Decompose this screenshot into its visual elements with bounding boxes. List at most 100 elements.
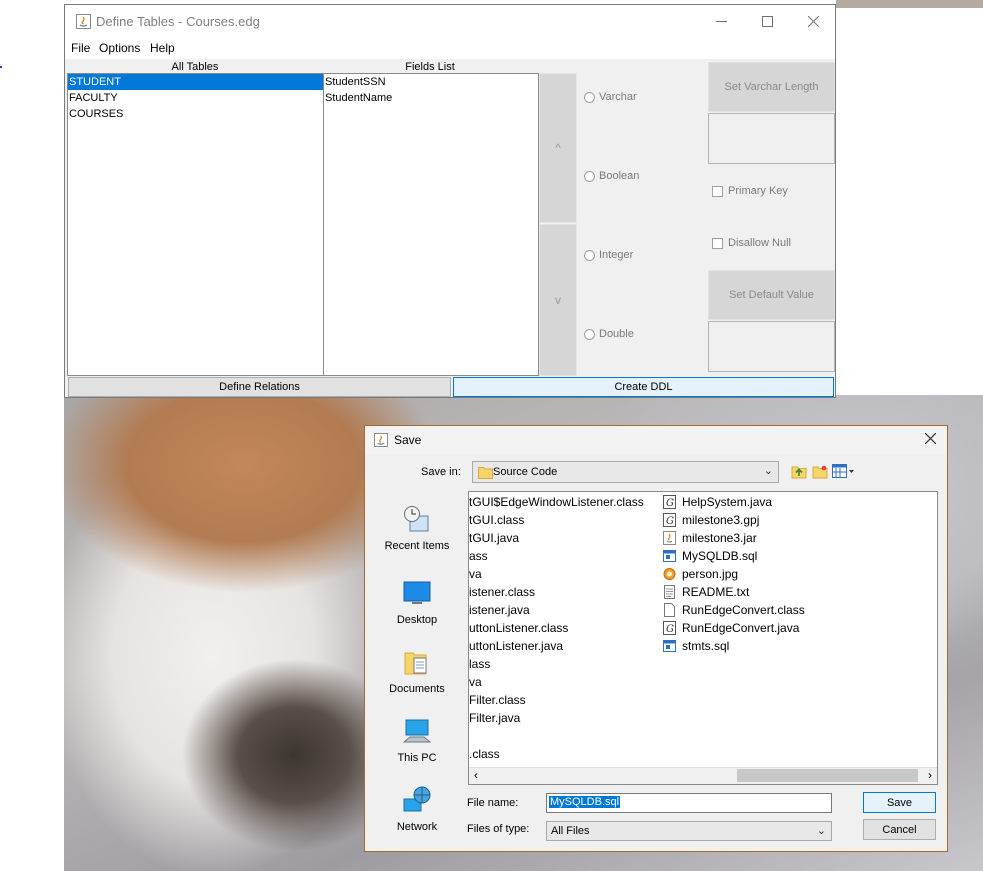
file-item[interactable]: person.jpg	[663, 565, 805, 583]
file-list[interactable]: tGUI$EdgeWindowListener.class tGUI.class…	[468, 491, 938, 785]
java-file-icon: G	[663, 621, 676, 635]
file-item[interactable]: MySQLDB.sql	[663, 547, 805, 565]
dialog-close-button[interactable]	[919, 429, 941, 451]
checkbox-label: Primary Key	[728, 185, 788, 197]
radio-label: Varchar	[599, 91, 637, 103]
file-name: README.txt	[682, 585, 750, 599]
checkbox-box[interactable]	[712, 237, 723, 249]
save-dialog: Save Save in: Source Code ⌄ Recent Items	[364, 425, 948, 852]
radio-varchar[interactable]: Varchar	[584, 91, 637, 103]
minimize-button[interactable]	[698, 5, 744, 37]
menu-help[interactable]: Help	[150, 41, 175, 55]
file-item[interactable]: G milestone3.gpj	[663, 511, 805, 529]
file-item[interactable]: va	[469, 565, 644, 583]
view-menu-icon[interactable]	[832, 464, 856, 479]
scroll-right-icon[interactable]: ›	[928, 768, 932, 782]
save-in-label: Save in:	[421, 466, 461, 478]
table-row-faculty[interactable]: FACULTY	[68, 90, 323, 106]
field-row-studentssn[interactable]: StudentSSN	[324, 74, 538, 90]
file-item[interactable]: va	[469, 673, 644, 691]
radio-label: Boolean	[599, 170, 640, 182]
file-item[interactable]: lass	[469, 655, 644, 673]
file-item[interactable]: Filter.java	[469, 709, 644, 727]
desktop-icon	[403, 581, 431, 604]
file-item[interactable]: tGUI$EdgeWindowListener.class	[469, 493, 644, 511]
disallow-null-checkbox[interactable]: Disallow Null	[712, 237, 791, 249]
chevron-down-icon: ⌄	[763, 465, 773, 477]
primary-key-checkbox[interactable]: Primary Key	[712, 185, 788, 197]
menu-options[interactable]: Options	[99, 41, 140, 55]
all-tables-list[interactable]: STUDENT FACULTY COURSES	[67, 73, 324, 376]
file-item[interactable]: G HelpSystem.java	[663, 493, 805, 511]
radio-double[interactable]: Double	[584, 328, 634, 340]
define-relations-button[interactable]: Define Relations	[68, 377, 451, 397]
place-recent-items[interactable]: Recent Items	[379, 504, 455, 552]
table-row-courses[interactable]: COURSES	[68, 106, 323, 122]
file-item[interactable]: Filter.class	[469, 691, 644, 709]
file-item[interactable]: .class	[469, 745, 644, 763]
new-folder-icon[interactable]	[812, 464, 828, 479]
save-button[interactable]: Save	[863, 792, 936, 813]
file-item[interactable]: milestone3.jar	[663, 529, 805, 547]
radio-boolean[interactable]: Boolean	[584, 170, 639, 182]
file-item[interactable]: tGUI.java	[469, 529, 644, 547]
radio-circle[interactable]	[584, 170, 595, 182]
set-varchar-length-button[interactable]: Set Varchar Length	[708, 62, 835, 112]
varchar-length-field[interactable]	[708, 113, 835, 164]
file-item[interactable]: RunEdgeConvert.class	[663, 601, 805, 619]
file-item[interactable]: ass	[469, 547, 644, 565]
file-name-value: MySQLDB.sql	[549, 796, 621, 808]
file-item[interactable]: istener.java	[469, 601, 644, 619]
define-tables-titlebar[interactable]: Define Tables - Courses.edg	[65, 5, 835, 37]
default-value-field[interactable]	[708, 321, 835, 372]
sql-file-icon	[663, 640, 676, 652]
place-this-pc[interactable]: This PC	[379, 716, 455, 764]
file-item[interactable]: istener.class	[469, 583, 644, 601]
radio-circle[interactable]	[584, 249, 595, 261]
cancel-button[interactable]: Cancel	[863, 819, 936, 840]
file-item[interactable]: tGUI.class	[469, 511, 644, 529]
place-label: Recent Items	[384, 540, 450, 552]
file-item[interactable]: uttonListener.java	[469, 637, 644, 655]
fields-list[interactable]: StudentSSN StudentName	[323, 73, 539, 376]
field-row-studentname[interactable]: StudentName	[324, 90, 538, 106]
file-name-label: File name:	[467, 797, 519, 809]
place-documents[interactable]: Documents	[379, 647, 455, 695]
horizontal-scrollbar[interactable]: ‹ ›	[469, 767, 937, 784]
file-item[interactable]: README.txt	[663, 583, 805, 601]
create-ddl-button[interactable]: Create DDL	[453, 377, 834, 397]
set-default-value-button[interactable]: Set Default Value	[708, 270, 835, 320]
file-item[interactable]: G RunEdgeConvert.java	[663, 619, 805, 637]
file-item[interactable]: uttonListener.class	[469, 619, 644, 637]
radio-circle[interactable]	[584, 91, 595, 103]
close-button[interactable]	[790, 5, 836, 37]
file-item[interactable]: stmts.sql	[663, 637, 805, 655]
svg-text:G: G	[666, 498, 674, 509]
svg-text:G: G	[666, 624, 674, 635]
file-item[interactable]	[469, 727, 644, 745]
move-down-button[interactable]: v	[539, 224, 577, 376]
place-desktop[interactable]: Desktop	[379, 578, 455, 626]
scroll-left-icon[interactable]: ‹	[474, 768, 478, 782]
place-network[interactable]: Network	[379, 785, 455, 833]
checkbox-box[interactable]	[712, 185, 723, 197]
maximize-button[interactable]	[744, 5, 790, 37]
radio-circle[interactable]	[584, 328, 595, 340]
save-dialog-titlebar[interactable]: Save	[365, 426, 947, 454]
table-row-student[interactable]: STUDENT	[68, 74, 323, 90]
scrollbar-thumb[interactable]	[737, 769, 918, 782]
radio-label: Integer	[599, 249, 634, 261]
file-name: milestone3.gpj	[682, 513, 760, 527]
radio-integer[interactable]: Integer	[584, 249, 633, 261]
files-of-type-combo[interactable]: All Files ⌄	[546, 821, 832, 841]
move-up-button[interactable]: ^	[539, 73, 577, 223]
file-name: milestone3.jar	[682, 531, 757, 545]
place-label: Desktop	[396, 614, 438, 626]
file-name-input[interactable]: MySQLDB.sql	[546, 793, 832, 813]
menu-file[interactable]: File	[71, 41, 90, 55]
up-folder-icon[interactable]	[791, 464, 807, 479]
text-file-icon	[664, 585, 675, 599]
save-in-combo[interactable]: Source Code ⌄	[472, 461, 779, 483]
folder-icon	[478, 467, 493, 479]
fields-list-header: Fields List	[405, 61, 455, 73]
